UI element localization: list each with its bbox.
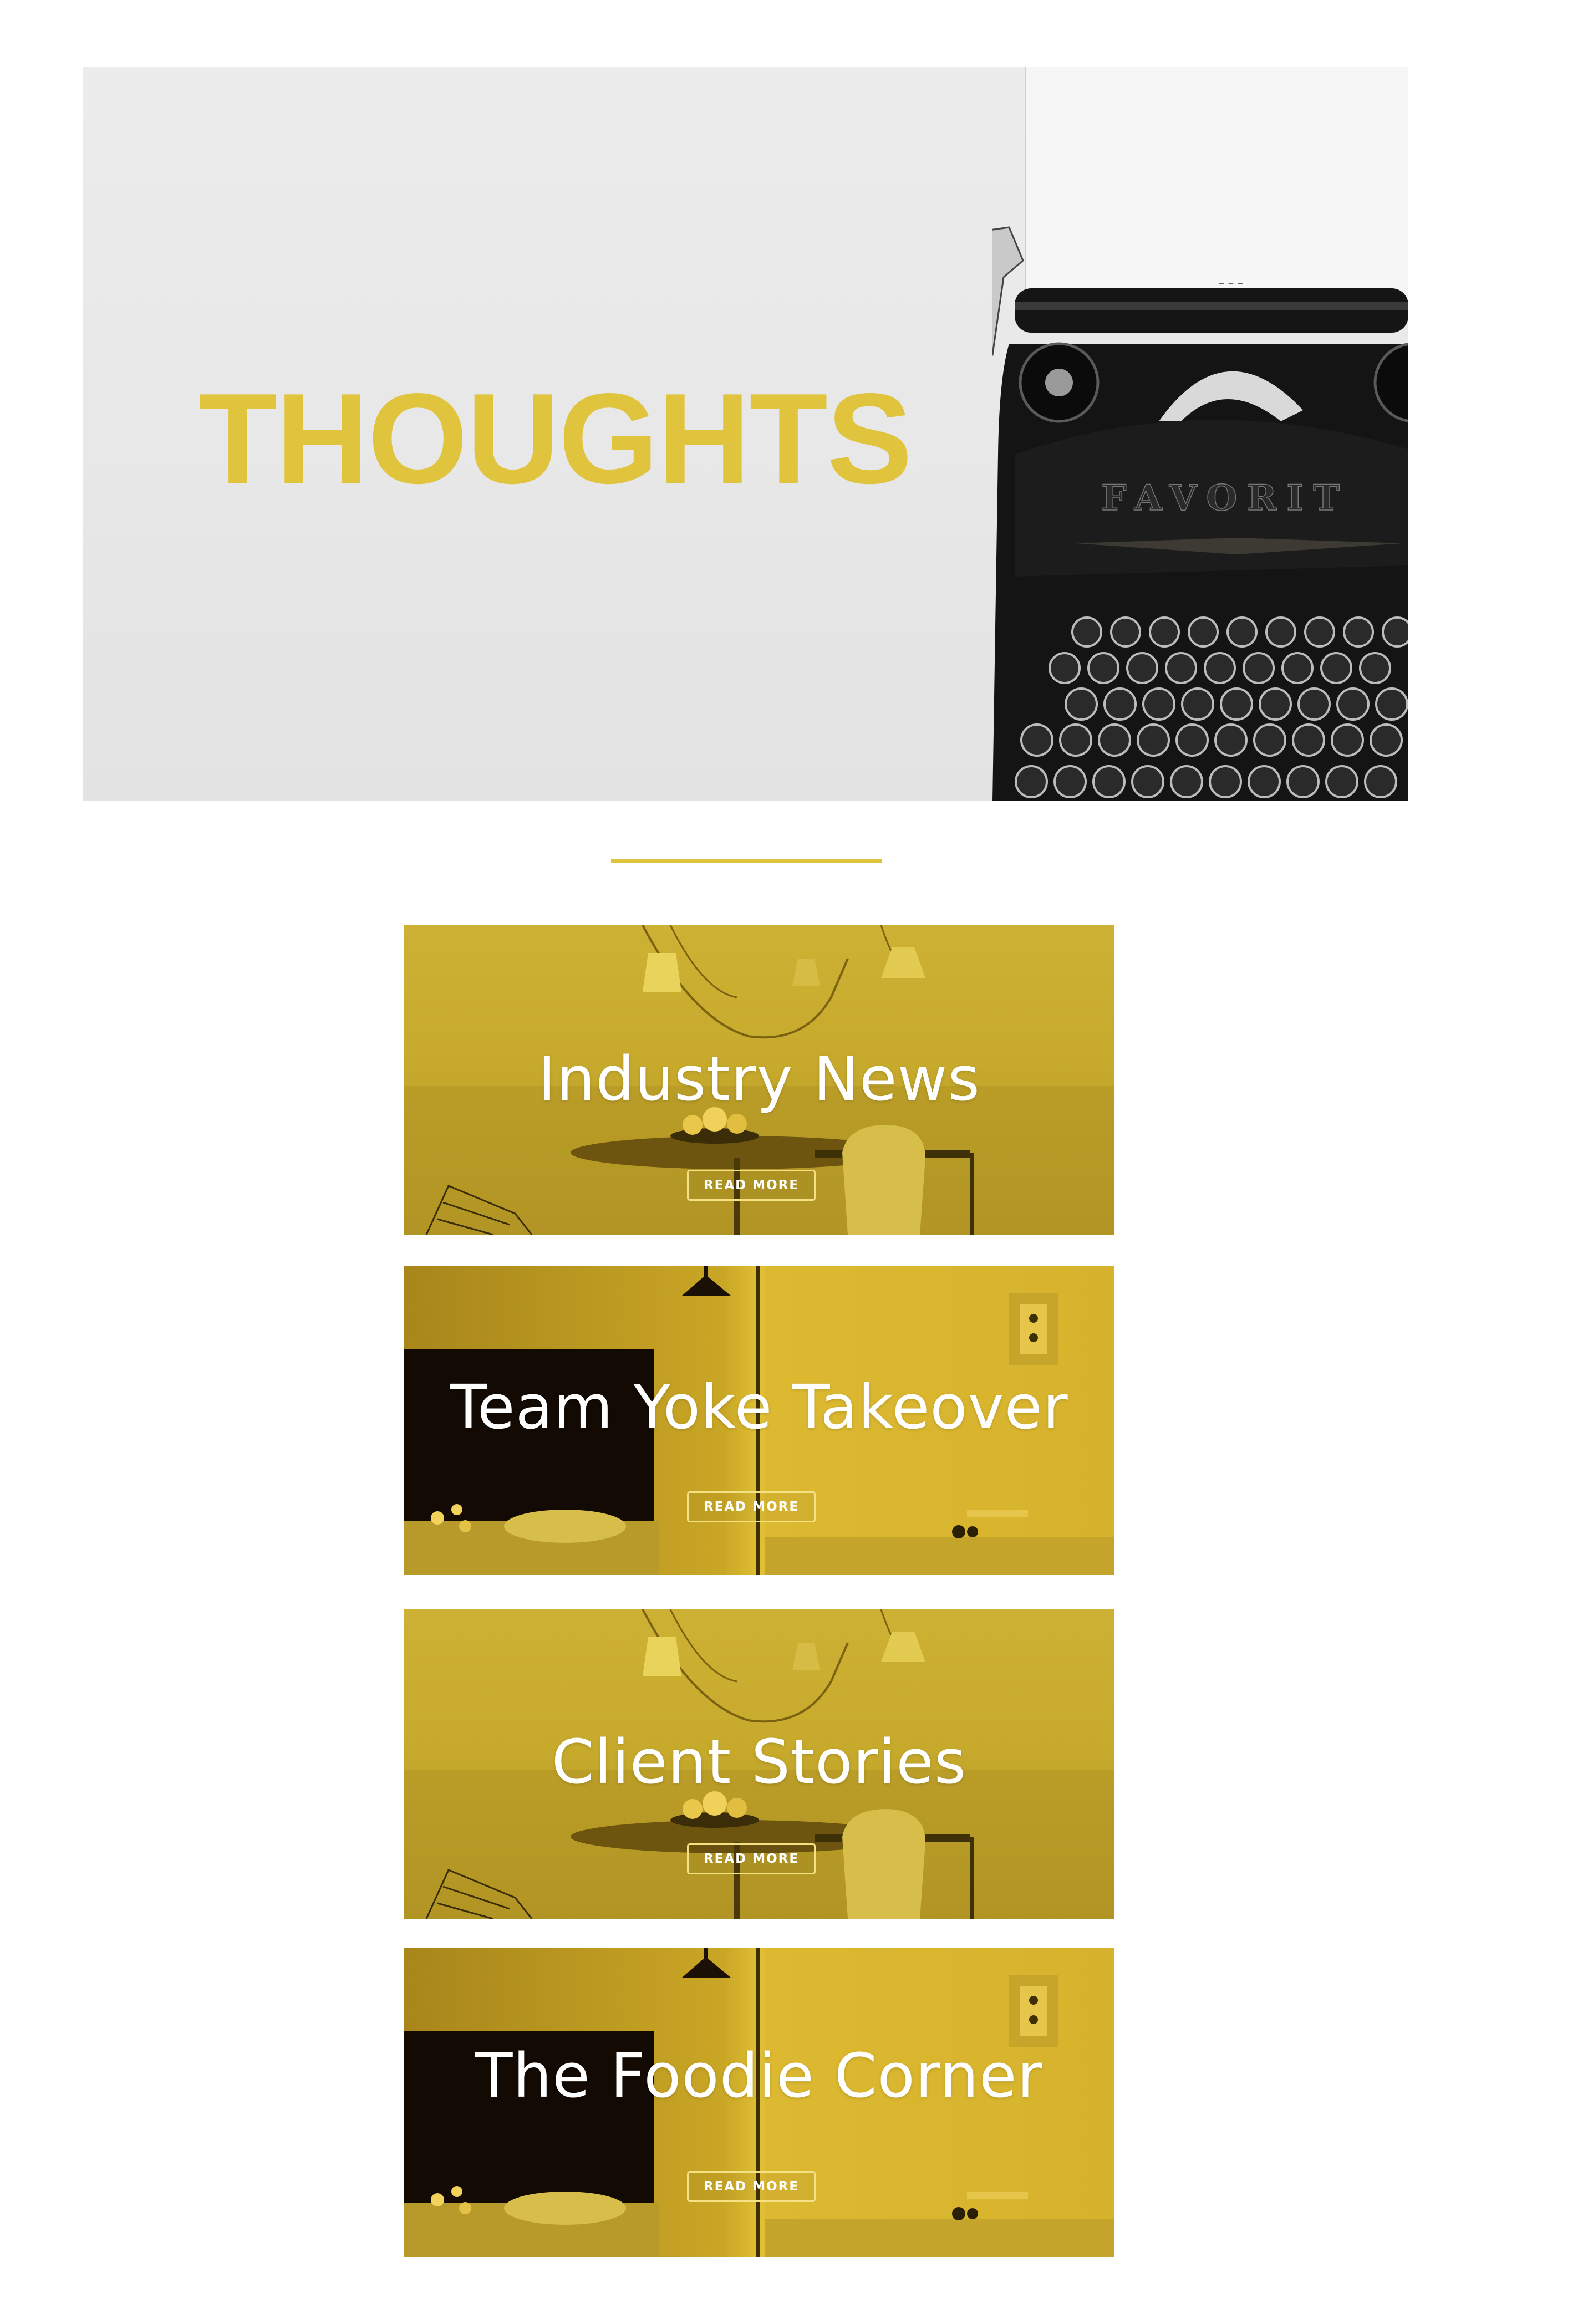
read-more-button[interactable]: READ MORE [687,1170,816,1201]
card-title: The Foodie Corner [475,2040,1043,2111]
read-more-button[interactable]: READ MORE [687,2171,816,2202]
hero-banner: THOUGHTS — — — FAVORIT [83,67,1408,801]
category-card-the-foodie-corner[interactable]: The Foodie Corner READ MORE [404,1948,1114,2257]
card-title: Industry News [538,1043,980,1114]
card-title: Client Stories [551,1726,967,1797]
section-divider [611,859,882,863]
category-card-team-yoke-takeover[interactable]: Team Yoke Takeover READ MORE [404,1266,1114,1575]
read-more-button[interactable]: READ MORE [687,1491,816,1522]
svg-text:FAVORIT: FAVORIT [1101,477,1350,519]
read-more-button[interactable]: READ MORE [687,1843,816,1874]
svg-text:— — —: — — — [1219,279,1243,288]
category-card-client-stories[interactable]: Client Stories READ MORE [404,1609,1114,1919]
page-title: THOUGHTS [198,367,913,511]
card-title: Team Yoke Takeover [450,1372,1068,1443]
category-card-industry-news[interactable]: Industry News READ MORE [404,925,1114,1235]
typewriter-image: — — — FAVORIT [993,67,1408,801]
